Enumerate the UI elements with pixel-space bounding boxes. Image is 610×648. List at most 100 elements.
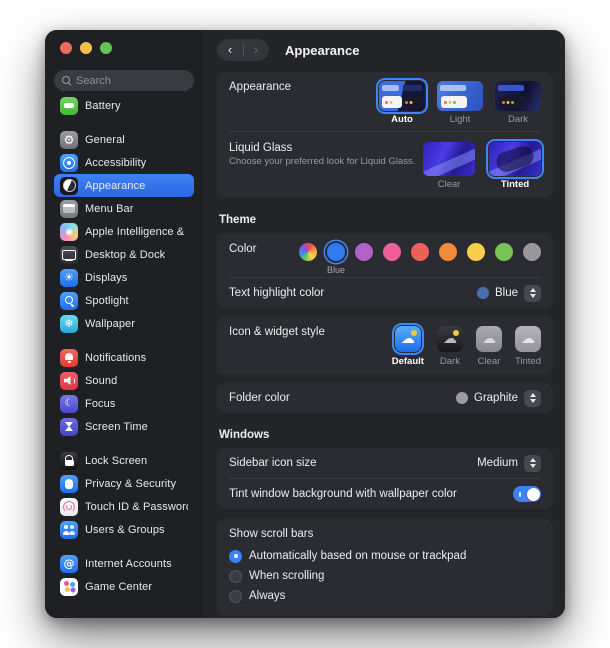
content-pane: ‹ › Appearance Appearance Auto [203,30,565,618]
users-icon [60,521,78,539]
speaker-icon [60,372,78,390]
moon-icon: ☾ [60,395,78,413]
sidebar-icon-size-dropdown[interactable]: Medium [477,455,541,472]
search-field[interactable] [54,70,194,91]
appearance-mode-row: Appearance Auto [229,72,541,131]
highlight-color-dot [477,287,489,299]
sidebar-item-general[interactable]: ⚙ General [54,128,194,151]
folder-color-dot [456,392,468,404]
clear-thumbnail [423,142,475,176]
sidebar: Battery ⚙ General Accessibility Appearan… [45,30,203,618]
icon-style-default[interactable]: ☁ Default [392,326,424,367]
sidebar-item-lock-screen[interactable]: Lock Screen [54,449,194,472]
minimize-button[interactable] [80,42,92,54]
appearance-icon [60,177,78,195]
dark-thumbnail [495,81,541,111]
battery-icon [60,97,78,115]
scrollbar-option-auto[interactable]: Automatically based on mouse or trackpad [229,546,541,566]
sidebar-item-battery[interactable]: Battery [54,94,194,117]
default-icon-style: ☁ [395,326,421,352]
zoom-button[interactable] [100,42,112,54]
sidebar-item-accessibility[interactable]: Accessibility [54,151,194,174]
page-title: Appearance [285,43,359,58]
text-highlight-dropdown[interactable]: Blue [477,285,541,302]
scrollbar-option-always[interactable]: Always [229,586,541,606]
sidebar-item-apple-intelligence[interactable]: Apple Intelligence & Siri [54,220,194,243]
color-swatch-yellow[interactable] [467,243,485,261]
radio-icon [229,570,242,583]
appearance-option-auto[interactable]: Auto [379,81,425,125]
tint-window-row: Tint window background with wallpaper co… [229,479,541,509]
color-swatch-graphite[interactable] [523,243,541,261]
search-icon [62,76,71,85]
scroll-bars-card: Show scroll bars Automatically based on … [217,519,553,616]
sidebar-item-screen-time[interactable]: Screen Time [54,415,194,438]
sidebar-item-game-center[interactable]: Game Center [54,575,194,598]
sidebar-item-users-groups[interactable]: Users & Groups [54,518,194,541]
sidebar-icon-size-row: Sidebar icon size Medium [229,448,541,478]
color-swatch-orange[interactable] [439,243,457,261]
sidebar-item-appearance[interactable]: Appearance [54,174,194,197]
folder-color-card: Folder color Graphite [217,383,553,413]
selected-color-caption: Blue [327,265,345,275]
hand-icon [60,475,78,493]
magnifier-icon [60,292,78,310]
color-swatch-red[interactable] [411,243,429,261]
wallpaper-icon: ❄ [60,315,78,333]
auto-thumbnail [379,81,425,111]
sun-icon: ☀ [60,269,78,287]
dark-icon-style: ☁ [437,326,463,352]
content-scroll[interactable]: Appearance Auto [203,68,565,618]
sidebar-list: Battery ⚙ General Accessibility Appearan… [54,94,194,598]
siri-icon [60,223,78,241]
icon-style-tinted[interactable]: ☁ Tinted [515,326,541,367]
chevron-updown-icon [524,390,541,407]
icon-style-dark[interactable]: ☁ Dark [437,326,463,367]
back-button[interactable]: ‹ [228,43,232,57]
desktop-dock-icon [60,246,78,264]
color-swatch-blue[interactable]: Blue [327,243,345,261]
tint-window-toggle[interactable] [513,486,541,502]
sidebar-item-displays[interactable]: ☀ Displays [54,266,194,289]
sidebar-item-menu-bar[interactable]: Menu Bar [54,197,194,220]
icon-widget-row: Icon & widget style ☁ Default ☁ Dark ☁ C [229,316,541,375]
accent-color-row: Color Blue [229,233,541,277]
lock-icon [60,452,78,470]
liquid-glass-row: Liquid Glass Choose your preferred look … [229,132,541,198]
liquid-glass-option-tinted[interactable]: Tinted [489,142,541,190]
theme-card: Color Blue [217,233,553,308]
folder-color-dropdown[interactable]: Graphite [456,390,541,407]
color-swatch-multicolor[interactable] [299,243,317,261]
appearance-card: Appearance Auto [217,72,553,198]
liquid-glass-option-clear[interactable]: Clear [423,142,475,190]
sidebar-item-sound[interactable]: Sound [54,369,194,392]
color-swatch-purple[interactable] [355,243,373,261]
icon-widget-card: Icon & widget style ☁ Default ☁ Dark ☁ C [217,316,553,375]
color-swatch-pink[interactable] [383,243,401,261]
appearance-option-dark[interactable]: Dark [495,81,541,125]
content-header: ‹ › Appearance [203,32,565,68]
close-button[interactable] [60,42,72,54]
sidebar-item-privacy-security[interactable]: Privacy & Security [54,472,194,495]
windows-card: Sidebar icon size Medium Tint window bac… [217,448,553,509]
windows-section-header: Windows [219,429,551,441]
sidebar-item-internet-accounts[interactable]: @ Internet Accounts [54,552,194,575]
color-swatch-green[interactable] [495,243,513,261]
sidebar-item-focus[interactable]: ☾ Focus [54,392,194,415]
sidebar-item-spotlight[interactable]: Spotlight [54,289,194,312]
sidebar-item-desktop-dock[interactable]: Desktop & Dock [54,243,194,266]
chevron-updown-icon [524,285,541,302]
scrollbar-option-when-scrolling[interactable]: When scrolling [229,566,541,586]
appearance-option-light[interactable]: Light [437,81,483,125]
at-icon: @ [60,555,78,573]
accessibility-icon [60,154,78,172]
sidebar-item-touch-id[interactable]: Touch ID & Password [54,495,194,518]
theme-section-header: Theme [219,214,551,226]
folder-color-row: Folder color Graphite [229,383,541,413]
icon-style-clear[interactable]: ☁ Clear [476,326,502,367]
sidebar-item-wallpaper[interactable]: ❄ Wallpaper [54,312,194,335]
menu-bar-icon [60,200,78,218]
search-input[interactable] [76,75,186,87]
sidebar-item-notifications[interactable]: Notifications [54,346,194,369]
forward-button[interactable]: › [254,43,258,57]
